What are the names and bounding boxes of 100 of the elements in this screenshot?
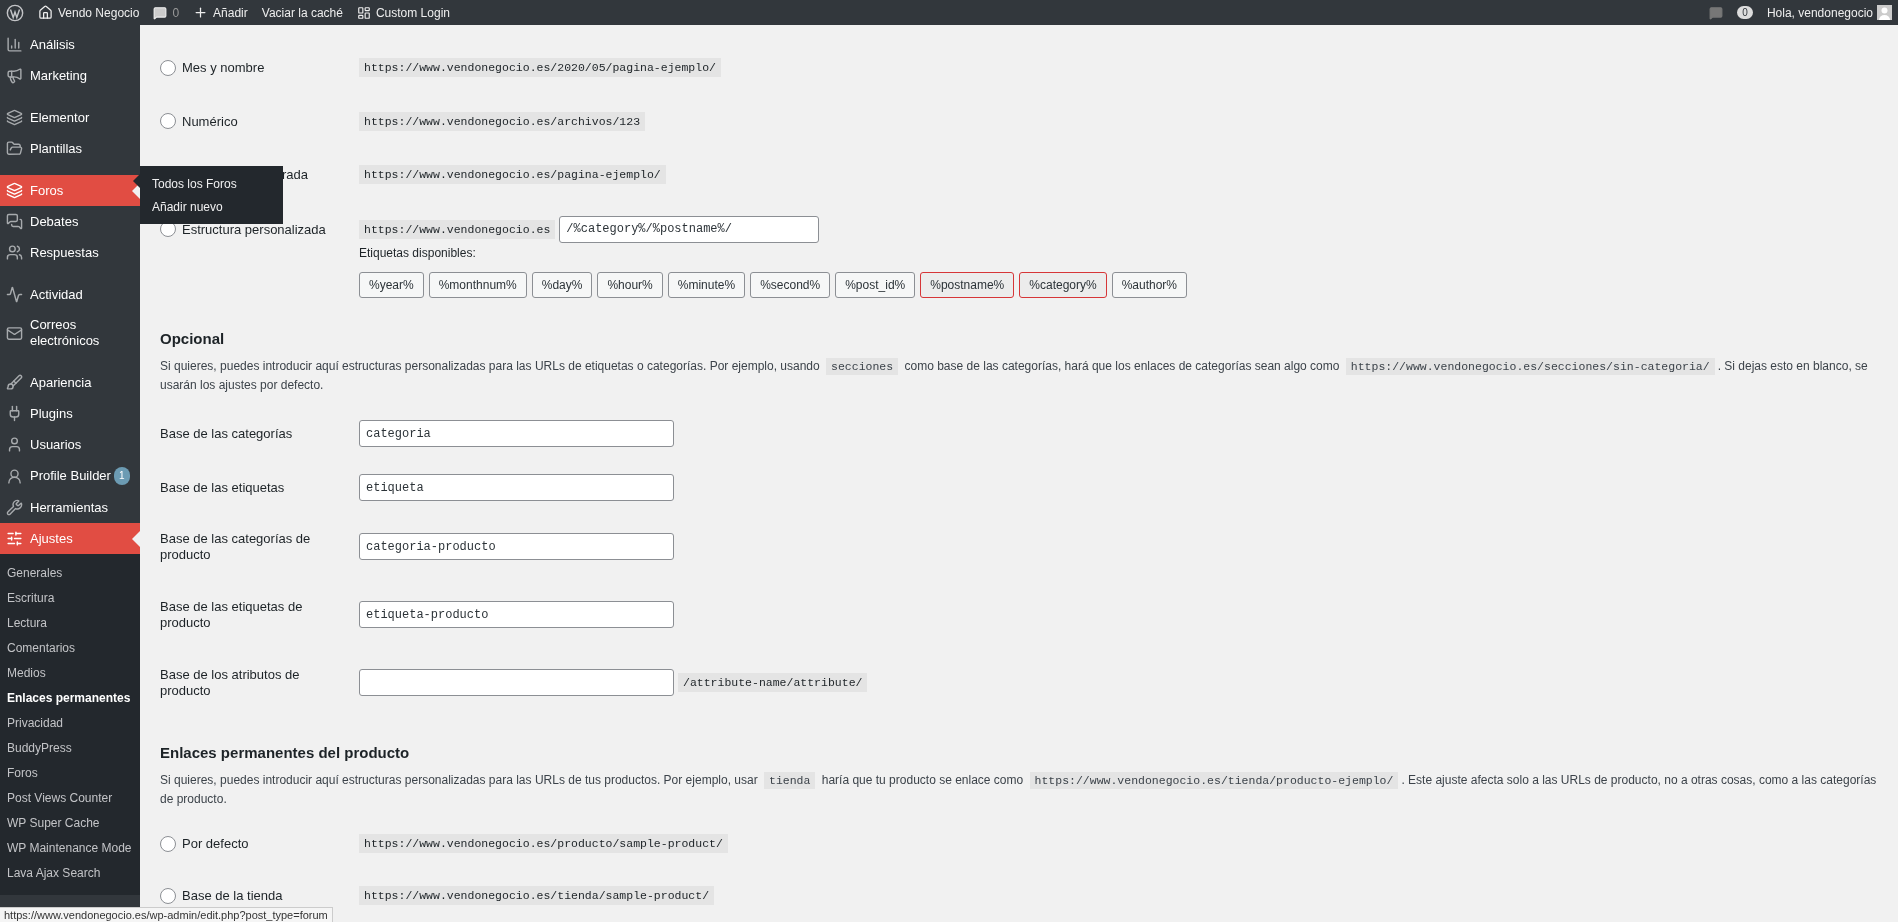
clear-cache-link[interactable]: Vaciar la caché (261, 5, 343, 20)
submenu-item[interactable]: Generales (0, 560, 140, 585)
submenu-item[interactable]: Lava Ajax Search (0, 860, 140, 885)
tag-button[interactable]: %author% (1111, 271, 1188, 298)
folder-icon (6, 140, 23, 157)
tag-button[interactable]: %monthnum% (428, 271, 527, 298)
menu-item[interactable]: Debates (0, 206, 140, 237)
menu-item[interactable]: Apariencia (0, 367, 140, 398)
menu-item[interactable]: Foros (0, 175, 140, 206)
submenu-item[interactable]: BuddyPress (0, 735, 140, 760)
text-field[interactable] (359, 669, 674, 697)
menu-item[interactable]: Plugins (0, 398, 140, 429)
comment-icon[interactable] (1709, 5, 1724, 20)
flyout-item[interactable]: Añadir nuevo (140, 195, 283, 218)
avatar-icon[interactable] (1877, 5, 1892, 20)
people-icon (6, 244, 23, 261)
example-url: https://www.vendonegocio.es/tienda/producto-ejemplo/ (1029, 771, 1399, 789)
flyout-item[interactable]: Todos los Foros (140, 172, 283, 195)
description-text: Si quieres, puedes introducir aquí estructuras personalizadas para las URLs de tus productos. Por ejemplo, usar tienda haría que tu producto se enlace como https://www.vendonegocio.es/tienda/producto-ejemplo/ . Este ajuste afecta solo a las URLs de producto, no a otras cosas, como a las categorías de producto. (160, 770, 1878, 808)
submenu-item[interactable]: Medios (0, 660, 140, 685)
tag-button[interactable]: %day% (531, 271, 593, 298)
custom-structure-field[interactable]: /%category%/%postname%/ (559, 215, 820, 243)
field-label: Base de las etiquetas (160, 479, 286, 496)
example-code: tienda (764, 771, 816, 789)
settings-icon (6, 530, 23, 547)
description-text: Si quieres, puedes introducir aquí estructuras personalizadas para las URLs de etiquetas o categorías. Por ejemplo, usando secciones como base de las categorías, hará que los enlaces de categorías sean algo como https://www.vendonegocio.es/secciones/sin-categoria/ . Si dejas esto en blanco, se usarán los ajustes por defecto. (160, 356, 1869, 394)
section-heading: Enlaces permanentes del producto (160, 743, 411, 761)
tag-button[interactable]: %postname% (920, 271, 1015, 298)
option-label: Mes y nombre (182, 60, 265, 76)
suffix-code: /attribute-name/attribute/ (678, 673, 868, 693)
text-field[interactable]: categoria (359, 420, 674, 448)
menu-item[interactable]: Elementor (0, 102, 140, 133)
dashboard-icon (356, 5, 371, 20)
radio-button[interactable] (160, 887, 176, 904)
submenu-item[interactable]: WP Super Cache (0, 810, 140, 835)
menu-item[interactable]: Profile Builder 1 (0, 460, 140, 492)
chat-bubbles-icon (6, 213, 23, 230)
field-label: Base de las categorías (160, 425, 294, 442)
option-label: rada (282, 166, 309, 182)
comments-link[interactable]: 0 (153, 5, 180, 20)
field-label: Base de las categorías de producto (160, 530, 312, 563)
section-heading: Opcional (160, 329, 226, 347)
text-field[interactable]: etiqueta-producto (359, 601, 674, 629)
greeting-link[interactable]: Hola, vendonegocio (1766, 5, 1873, 20)
example-url: https://www.vendonegocio.es/pagina-ejemplo/ (359, 164, 666, 184)
example-url: https://www.vendonegocio.es/2020/05/pagina-ejemplo/ (359, 58, 721, 78)
new-link[interactable]: Añadir (193, 5, 248, 20)
megaphone-icon (6, 67, 23, 84)
wordpress-logo-icon[interactable] (6, 3, 24, 22)
radio-button[interactable] (160, 59, 176, 76)
custom-login-link[interactable]: Custom Login (356, 5, 450, 20)
submenu-item[interactable]: Comentarios (0, 635, 140, 660)
example-url: https://www.vendonegocio.es/producto/sample-product/ (359, 834, 728, 854)
option-label: Numérico (182, 113, 238, 129)
menu-item[interactable]: Respuestas (0, 237, 140, 268)
submenu-item[interactable]: Lectura (0, 610, 140, 635)
bar-chart-icon (6, 36, 23, 53)
submenu-item[interactable]: Foros (0, 760, 140, 785)
tag-button[interactable]: %category% (1019, 271, 1107, 298)
example-url: https://www.vendonegocio.es (359, 219, 556, 239)
submenu-item[interactable]: Post Views Counter (0, 785, 140, 810)
example-url: https://www.vendonegocio.es/archivos/123 (359, 111, 646, 131)
status-url: https://www.vendonegocio.es/wp-admin/edit.php?post_type=forum (0, 907, 333, 922)
site-name-link[interactable]: Vendo Negocio (38, 5, 140, 20)
comment-icon (153, 5, 168, 20)
submenu-item[interactable]: WP Maintenance Mode (0, 835, 140, 860)
submenu-item[interactable]: Privacidad (0, 710, 140, 735)
home-icon (38, 5, 53, 20)
menu-item[interactable]: Plantillas (0, 133, 140, 164)
tags-label: Etiquetas disponibles: (359, 245, 477, 260)
option-label: Por defecto (182, 836, 249, 852)
layers-icon (6, 182, 23, 199)
layers-icon (6, 109, 23, 126)
user-icon (6, 467, 23, 485)
menu-item[interactable]: Ajustes (0, 523, 140, 554)
tag-button[interactable]: %year% (359, 271, 424, 298)
menu-item[interactable]: Herramientas (0, 492, 140, 523)
menu-item[interactable]: Actividad (0, 279, 140, 310)
radio-button[interactable] (160, 835, 176, 852)
submenu-item[interactable]: Enlaces permanentes (0, 685, 140, 710)
menu-item[interactable]: Marketing (0, 60, 140, 91)
menu-item[interactable]: Correos electrónicos (0, 310, 140, 356)
radio-button[interactable] (160, 113, 176, 130)
example-url: https://www.vendonegocio.es/secciones/sin-categoria/ (1345, 357, 1715, 375)
text-field[interactable]: categoria-producto (359, 533, 674, 561)
user-icon (6, 436, 23, 453)
tag-button[interactable]: %second% (750, 271, 831, 298)
field-label: Base de las etiquetas de producto (160, 598, 304, 631)
tag-button[interactable]: %hour% (597, 271, 663, 298)
plus-icon (193, 5, 209, 20)
menu-item[interactable]: Usuarios (0, 429, 140, 460)
tag-button[interactable]: %post_id% (835, 271, 916, 298)
tag-button[interactable]: %minute% (667, 271, 746, 298)
submenu-item[interactable]: Escritura (0, 585, 140, 610)
brush-icon (6, 374, 23, 391)
mail-icon (6, 324, 23, 342)
notification-count[interactable]: 0 (1737, 6, 1753, 19)
text-field[interactable]: etiqueta (359, 474, 674, 502)
menu-item[interactable]: Análisis (0, 29, 140, 60)
pulse-icon (6, 286, 23, 303)
